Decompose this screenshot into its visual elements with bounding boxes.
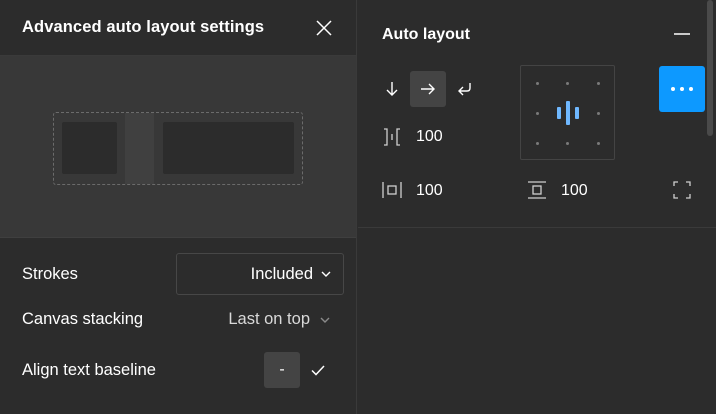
preview-gap [125,113,154,184]
direction-horizontal-button[interactable] [410,71,446,107]
align-baseline-label: Align text baseline [22,360,156,379]
align-dot[interactable] [536,112,539,115]
canvas-stacking-value: Last on top [228,310,310,328]
align-dot[interactable] [597,82,600,85]
vertical-padding-value[interactable]: 100 [561,182,588,200]
canvas-stacking-row: Canvas stacking Last on top [22,310,344,329]
chevron-down-icon [321,271,331,277]
gap-value[interactable]: 100 [416,128,443,146]
strokes-select[interactable]: Included [176,253,344,295]
align-dot[interactable] [597,142,600,145]
close-button[interactable] [312,16,336,40]
align-baseline-on-button[interactable] [300,352,336,388]
alignment-grid[interactable] [520,65,615,160]
auto-layout-panel: Auto layout 100 100 100 [358,0,716,414]
popover-title: Advanced auto layout settings [22,18,265,36]
more-options-button[interactable] [659,66,705,112]
checkmark-icon [311,364,325,376]
panel-divider [358,227,716,228]
preview-child-small [62,122,117,174]
strokes-value: Included [250,264,313,283]
direction-vertical-button[interactable] [374,71,410,107]
strokes-label: Strokes [22,264,78,283]
strokes-row: Strokes Included [22,253,344,295]
align-dot[interactable] [566,82,569,85]
panel-scrollbar[interactable] [707,0,713,136]
canvas-stacking-label: Canvas stacking [22,310,144,328]
popover-header: Advanced auto layout settings [0,0,356,56]
chevron-down-icon [320,317,330,323]
align-baseline-off-button[interactable]: - [264,352,300,388]
vertical-padding-icon [528,181,546,199]
gap-icon [384,128,400,146]
close-icon [316,19,332,36]
align-baseline-row: Align text baseline - [22,352,344,388]
align-dot[interactable] [597,112,600,115]
padding-sides-icon [673,181,691,199]
layout-preview [0,56,356,238]
canvas-stacking-select[interactable]: Last on top [228,310,344,329]
advanced-auto-layout-popover: Advanced auto layout settings Strokes In… [0,0,357,414]
align-baseline-toggle: - [264,352,344,388]
align-dot[interactable] [536,142,539,145]
more-horizontal-icon [671,87,693,91]
wrap-icon [458,83,471,96]
direction-wrap-button[interactable] [446,71,482,107]
horizontal-padding-icon [382,182,402,198]
preview-child-large [163,122,294,174]
arrow-down-icon [386,82,398,96]
minus-icon [674,33,690,35]
align-dot[interactable] [566,142,569,145]
arrow-right-icon [421,83,435,95]
align-dot[interactable] [536,82,539,85]
align-center-icon [557,101,579,125]
horizontal-padding-value[interactable]: 100 [416,182,443,200]
independent-padding-button[interactable] [670,178,694,202]
panel-title: Auto layout [382,26,470,43]
remove-auto-layout-button[interactable] [670,22,694,46]
